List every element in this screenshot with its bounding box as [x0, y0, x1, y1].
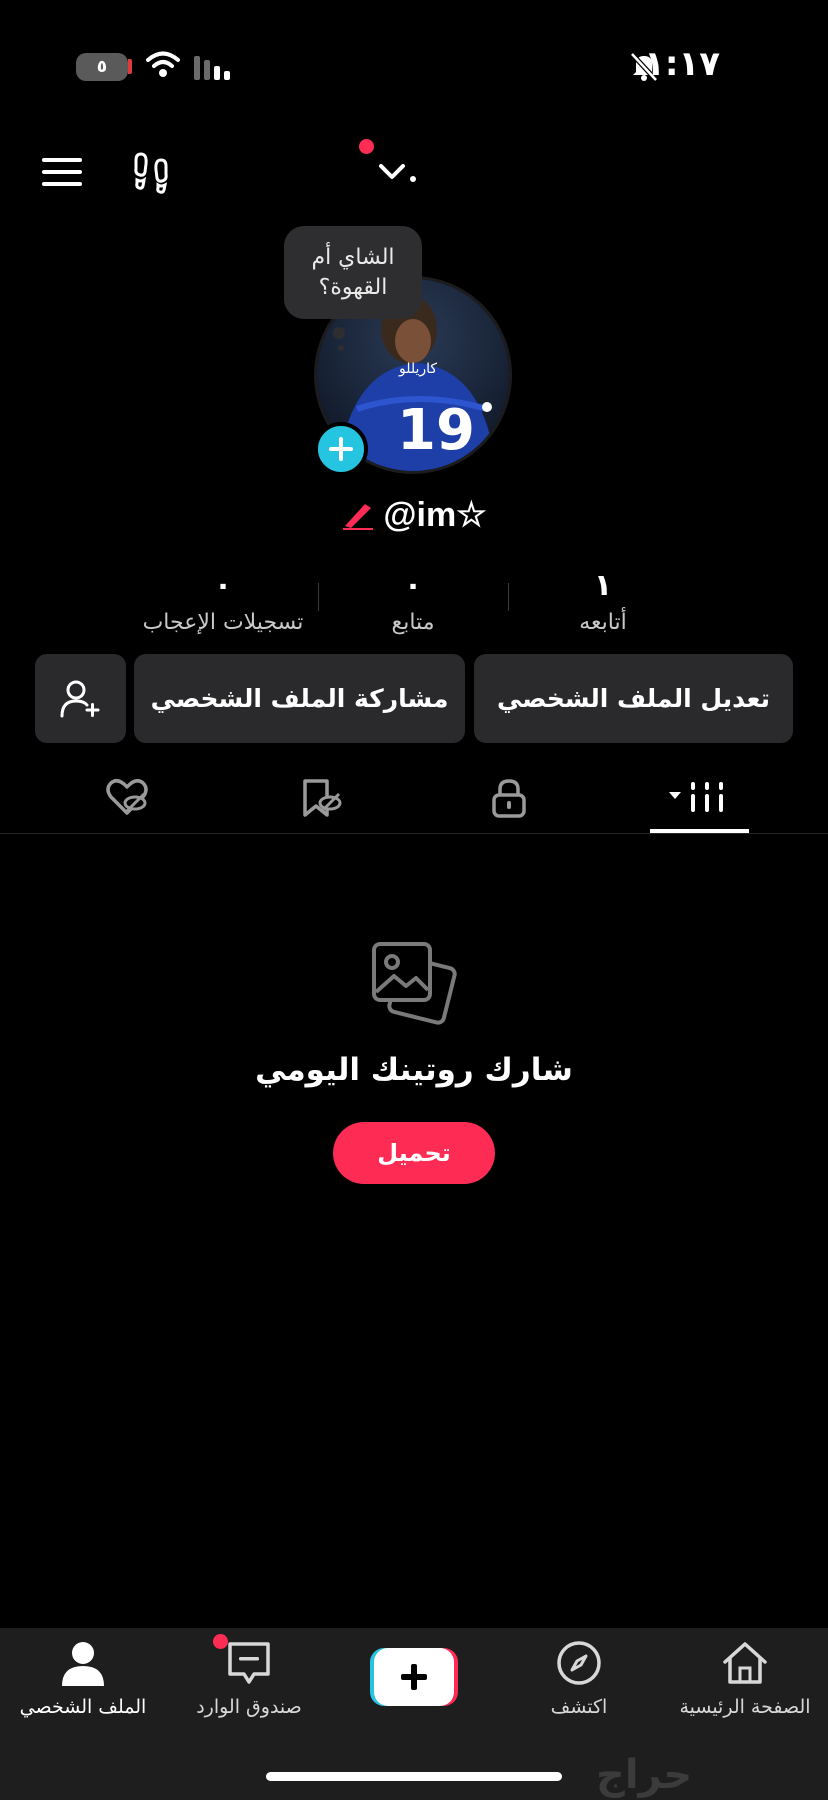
- nav-inbox-label: صندوق الوارد: [196, 1696, 302, 1718]
- likes-label: تسجيلات الإعجاب: [142, 610, 304, 635]
- nav-inbox[interactable]: صندوق الوارد: [166, 1638, 332, 1738]
- followers-stat[interactable]: ٠ متابع: [318, 566, 508, 635]
- plus-icon: [329, 437, 353, 461]
- inbox-notification-dot: [213, 1634, 228, 1649]
- stat-divider: [508, 583, 509, 611]
- username-row: @im☆: [0, 490, 828, 540]
- tab-videos[interactable]: [640, 763, 760, 833]
- clock: ١:١٧: [644, 44, 720, 84]
- likes-count: ٠: [213, 568, 233, 603]
- battery-indicator: ٥: [76, 53, 128, 81]
- profile-icon: [62, 1642, 104, 1686]
- jersey-name: كاريللو: [398, 361, 437, 377]
- compass-icon: [557, 1641, 601, 1685]
- photos-icon: [372, 942, 457, 1025]
- grid-videos-icon: [669, 782, 723, 812]
- signal-icon: [194, 56, 230, 80]
- nav-discover[interactable]: اكتشف: [496, 1638, 662, 1738]
- jersey-number: 19: [397, 398, 475, 463]
- followers-label: متابع: [391, 610, 435, 635]
- footprints-icon[interactable]: [130, 152, 172, 194]
- username[interactable]: @im☆: [383, 495, 486, 535]
- watermark: حراج: [596, 1752, 693, 1798]
- bookmark-hidden-icon: [303, 779, 342, 817]
- nav-profile[interactable]: الملف الشخصي: [0, 1638, 166, 1738]
- tab-private[interactable]: [449, 763, 569, 833]
- following-count: ١: [593, 568, 613, 603]
- nav-profile-label: الملف الشخصي: [19, 1696, 147, 1718]
- edit-profile-button[interactable]: تعديل الملف الشخصي: [474, 654, 793, 743]
- home-indicator[interactable]: [266, 1772, 562, 1781]
- tab-liked[interactable]: [68, 763, 188, 833]
- nav-home-label: الصفحة الرئيسية: [679, 1696, 811, 1718]
- account-switcher-chevron-icon[interactable]: [378, 160, 418, 186]
- nav-home[interactable]: الصفحة الرئيسية: [662, 1638, 828, 1738]
- battery-level: ٥: [96, 57, 108, 77]
- upload-button[interactable]: تحميل: [333, 1122, 495, 1184]
- add-story-button[interactable]: [314, 422, 368, 476]
- following-stat[interactable]: ١ أتابعه: [508, 566, 698, 635]
- following-label: أتابعه: [579, 610, 627, 635]
- add-user-icon: [60, 680, 99, 717]
- create-plus-icon: [370, 1648, 458, 1706]
- note-bubble[interactable]: الشاي أم القهوة؟: [284, 226, 422, 319]
- note-bubble-text: الشاي أم القهوة؟: [311, 244, 395, 300]
- notification-dot: [359, 139, 374, 154]
- heart-hidden-icon: [106, 779, 148, 815]
- nav-discover-label: اكتشف: [550, 1696, 608, 1718]
- battery-tip: [128, 59, 132, 74]
- bubble-tail-small: [338, 345, 344, 351]
- likes-stat[interactable]: ٠ تسجيلات الإعجاب: [128, 566, 318, 635]
- tab-divider: [0, 833, 828, 834]
- inbox-icon: [228, 1642, 270, 1684]
- lock-icon: [492, 779, 526, 818]
- stat-divider: [318, 583, 319, 611]
- edit-pencil-icon[interactable]: [341, 500, 375, 530]
- bubble-tail: [333, 327, 345, 339]
- menu-icon[interactable]: [42, 156, 82, 188]
- home-icon: [723, 1642, 767, 1684]
- share-profile-button[interactable]: مشاركة الملف الشخصي: [134, 654, 465, 743]
- wifi-icon: [146, 51, 180, 77]
- create-button[interactable]: [370, 1648, 458, 1706]
- tab-favorites[interactable]: [261, 763, 381, 833]
- add-friend-button[interactable]: [35, 654, 126, 743]
- followers-count: ٠: [403, 568, 423, 603]
- empty-state-title: شارك روتينك اليومي: [255, 1052, 573, 1088]
